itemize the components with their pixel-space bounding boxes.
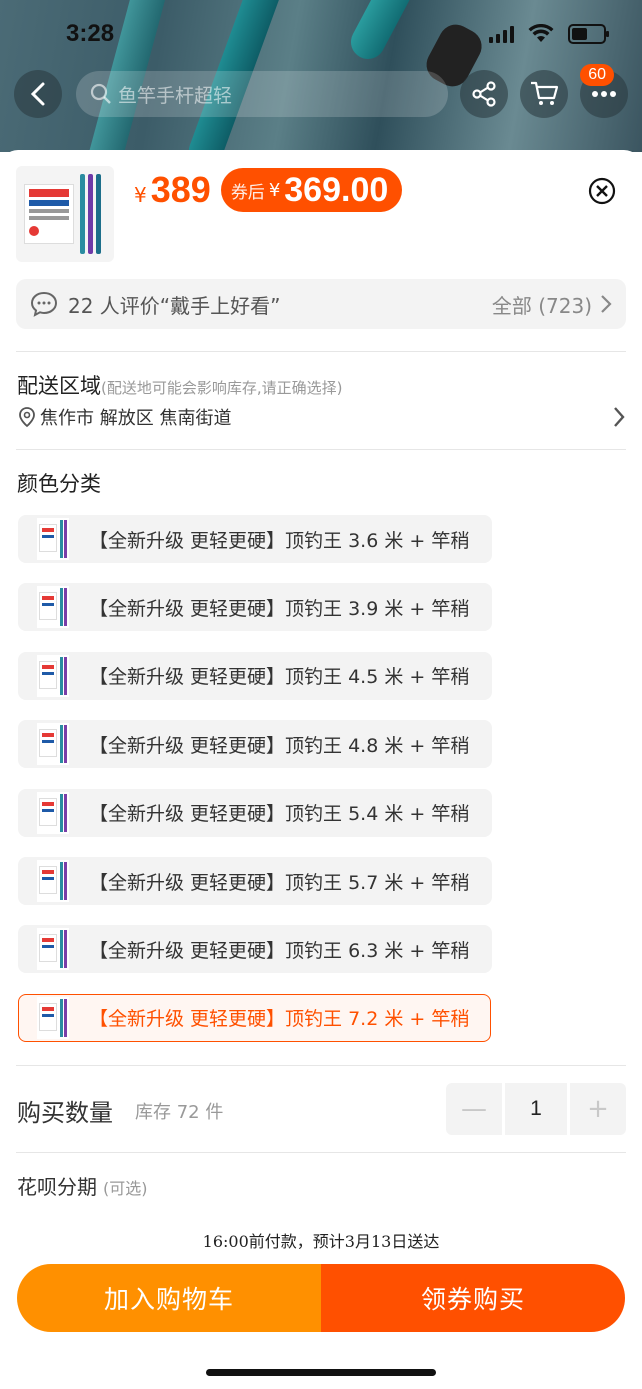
back-button[interactable] [14,70,62,118]
share-icon [472,81,496,107]
search-placeholder: 鱼竿手杆超轻 [118,84,233,107]
variant-label: 【全新升级 更轻更硬】顶钓王 5.4 米 + 竿稍 [89,803,470,826]
increment-button[interactable]: + [570,1083,626,1135]
status-time: 3:28 [66,20,115,47]
review-summary-bar[interactable]: 22 人评价“戴手上好看” 全部 (723) [16,279,626,329]
price: 389 [150,169,211,210]
product-thumbnail[interactable] [16,166,114,262]
variant-label: 【全新升级 更轻更硬】顶钓王 4.8 米 + 竿稍 [89,734,470,757]
search-input[interactable]: 鱼竿手杆超轻 [76,71,448,117]
chevron-left-icon [30,82,45,106]
action-buttons: 加入购物车 领券购买 [17,1264,625,1332]
decrement-button[interactable]: — [446,1083,502,1135]
variant-thumbnail [37,654,69,697]
coupon-price: 369.00 [284,170,389,209]
variant-label: 【全新升级 更轻更硬】顶钓王 6.3 米 + 竿稍 [89,939,470,962]
search-icon [90,83,111,104]
variant-label: 【全新升级 更轻更硬】顶钓王 3.9 米 + 竿稍 [89,597,470,620]
cart-icon [531,81,559,105]
variant-option[interactable]: 【全新升级 更轻更硬】顶钓王 3.6 米 + 竿稍 [18,515,492,563]
address-text: 焦作市 解放区 焦南街道 [40,408,232,429]
installment-label: 花呗分期 [17,1175,97,1199]
message-count-badge: 60 [580,64,614,86]
cellular-signal-icon [489,25,514,43]
location-pin-icon [19,407,35,428]
installment-optional: (可选) [103,1179,148,1198]
quantity-stepper: — 1 + [446,1083,626,1135]
variant-option[interactable]: 【全新升级 更轻更硬】顶钓王 5.4 米 + 竿稍 [18,788,492,837]
quantity-value[interactable]: 1 [505,1083,567,1135]
variant-thumbnail [37,791,69,834]
delivery-title: 配送区域(配送地可能会影响库存,请正确选择) [17,374,343,398]
chevron-right-icon [601,295,612,313]
address-selector[interactable]: 焦作市 解放区 焦南街道 [18,404,626,430]
variant-option[interactable]: 【全新升级 更轻更硬】顶钓王 4.5 米 + 竿稍 [18,651,492,700]
delivery-hint: (配送地可能会影响库存,请正确选择) [101,379,343,397]
top-nav: 鱼竿手杆超轻 60 [0,64,642,122]
divider [16,1152,626,1153]
stock-count: 库存 72 件 [135,1102,224,1123]
variant-label: 【全新升级 更轻更硬】顶钓王 5.7 米 + 竿稍 [89,871,470,894]
variant-thumbnail [37,518,69,560]
share-button[interactable] [460,70,508,118]
coupon-label: 券后 [230,182,265,203]
coupon-price-badge: 券后 ¥ 369.00 [220,168,403,212]
review-all-link[interactable]: 全部 (723) [492,290,592,319]
comment-icon [30,291,58,317]
variant-thumbnail [37,860,69,902]
price-row: ¥ 389 券后 ¥ 369.00 [134,168,403,212]
status-icons [489,24,609,44]
installment-option[interactable]: 花呗分期 (可选) [17,1171,148,1200]
close-icon[interactable] [588,177,616,205]
cart-button[interactable] [520,70,568,118]
variant-label: 【全新升级 更轻更硬】顶钓王 3.6 米 + 竿稍 [89,529,470,552]
battery-icon [568,24,609,44]
more-icon [592,91,616,97]
variant-option[interactable]: 【全新升级 更轻更硬】顶钓王 6.3 米 + 竿稍 [18,925,492,974]
variant-thumbnail [37,586,69,629]
more-button[interactable]: 60 [580,64,628,118]
divider [16,449,626,450]
review-text: 22 人评价“戴手上好看” [68,293,281,318]
chevron-right-icon [614,407,625,427]
divider [16,1065,626,1066]
divider [16,351,626,352]
variant-option[interactable]: 【全新升级 更轻更硬】顶钓王 7.2 米 + 竿稍 [18,993,491,1042]
delivery-estimate: 16:00前付款，预计3月13日送达 [202,1232,440,1251]
add-to-cart-button[interactable]: 加入购物车 [17,1264,321,1332]
variant-option[interactable]: 【全新升级 更轻更硬】顶钓王 4.8 米 + 竿稍 [18,720,492,769]
coupon-currency: ¥ [268,179,281,201]
sku-selector-sheet: ¥ 389 券后 ¥ 369.00 22 人评价“戴手上好看” 全部 (723)… [0,150,642,1389]
variant-thumbnail [37,723,69,766]
variant-option[interactable]: 【全新升级 更轻更硬】顶钓王 3.9 米 + 竿稍 [18,583,492,632]
variant-label: 【全新升级 更轻更硬】顶钓王 4.5 米 + 竿稍 [89,666,470,689]
home-indicator [206,1369,436,1376]
variant-option[interactable]: 【全新升级 更轻更硬】顶钓王 5.7 米 + 竿稍 [18,857,492,905]
variant-thumbnail [37,928,69,971]
coupon-buy-button[interactable]: 领券购买 [321,1264,625,1332]
variant-label: 【全新升级 更轻更硬】顶钓王 7.2 米 + 竿稍 [89,1008,470,1031]
quantity-label: 购买数量 [17,1099,113,1127]
variant-thumbnail [37,996,69,1039]
wifi-icon [528,24,554,42]
price-currency: ¥ [134,183,147,207]
variant-section-title: 颜色分类 [17,472,101,496]
